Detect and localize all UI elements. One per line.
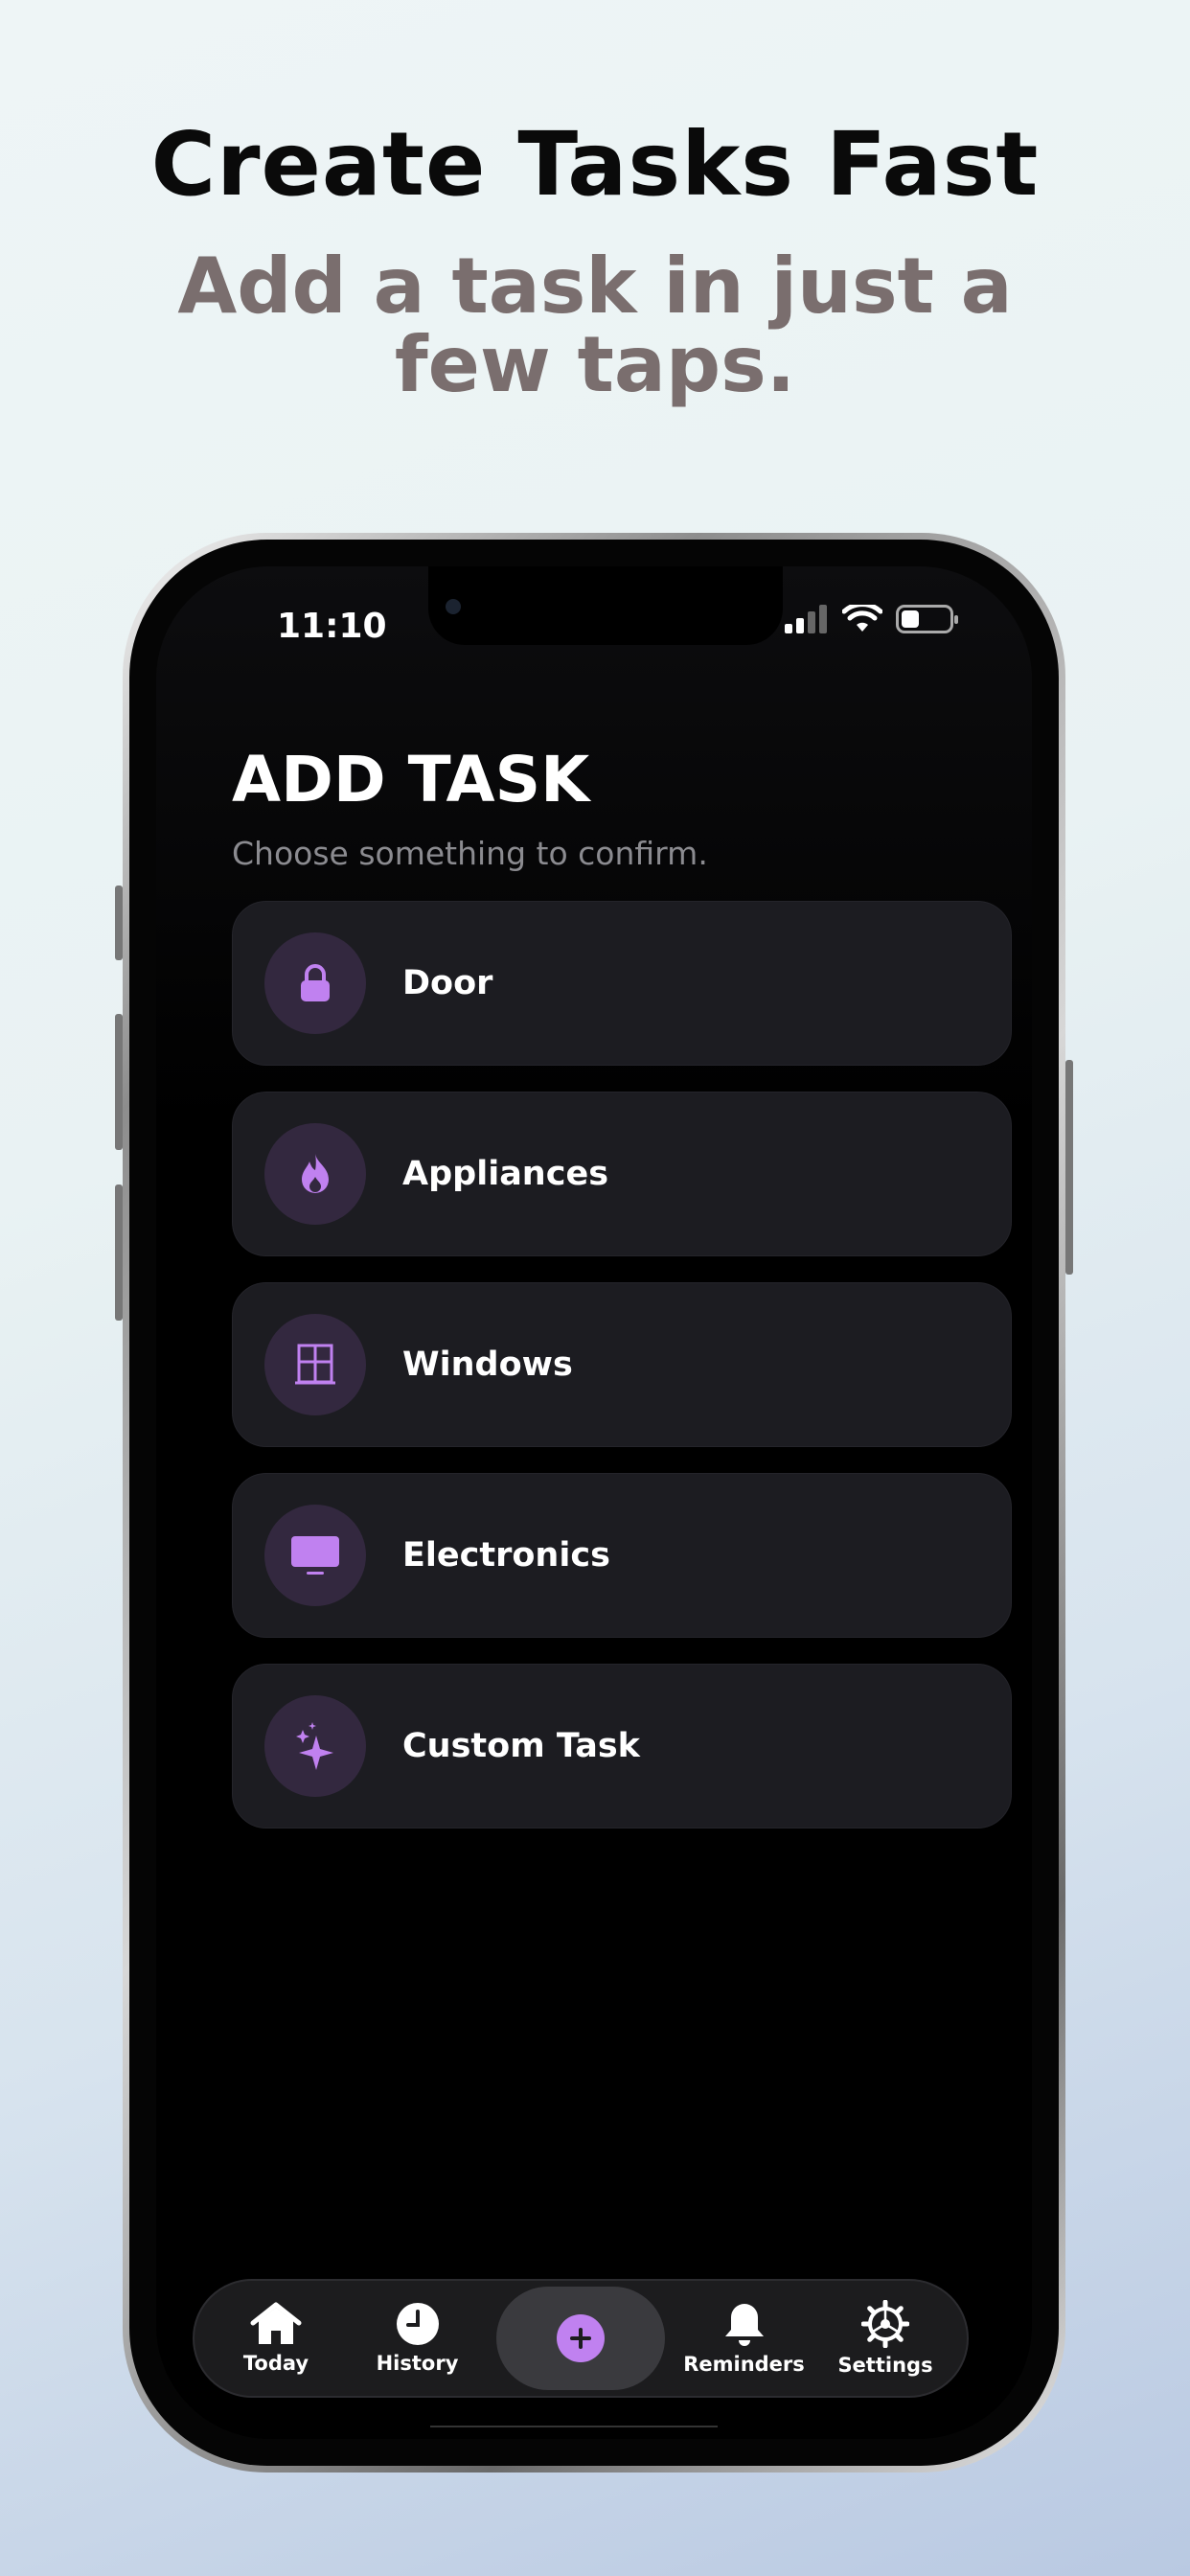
hero-subtitle: Add a task in just a few taps. bbox=[177, 242, 1013, 409]
page-subtitle: Choose something to confirm. bbox=[232, 835, 708, 872]
tab-history[interactable]: History bbox=[355, 2302, 480, 2375]
task-label: Appliances bbox=[402, 1155, 609, 1193]
add-task-button[interactable] bbox=[496, 2287, 665, 2390]
phone-mute-switch bbox=[115, 886, 123, 960]
task-option-windows[interactable]: Windows bbox=[232, 1282, 1012, 1447]
task-icon-circle bbox=[264, 1123, 366, 1225]
status-time: 11:10 bbox=[277, 607, 387, 646]
hero-title: Create Tasks Fast bbox=[150, 113, 1040, 216]
task-list: Door Appliances Windows Electronics Cust… bbox=[232, 901, 1012, 1854]
task-label: Windows bbox=[402, 1346, 573, 1384]
task-icon-circle bbox=[264, 1695, 366, 1797]
tab-label-history: History bbox=[376, 2352, 459, 2375]
phone-frame: 11:10 ADD TASK Choose something to confi… bbox=[123, 533, 1065, 2472]
flame-icon bbox=[302, 1154, 329, 1193]
task-icon-circle bbox=[264, 1314, 366, 1415]
lock-icon bbox=[301, 964, 330, 1001]
phone-bezel: 11:10 ADD TASK Choose something to confi… bbox=[129, 540, 1059, 2466]
signal-icon bbox=[785, 605, 827, 633]
task-label: Electronics bbox=[402, 1536, 610, 1575]
status-icons bbox=[785, 605, 958, 633]
window-icon bbox=[295, 1344, 335, 1385]
battery-icon bbox=[896, 605, 958, 633]
bell-icon bbox=[724, 2304, 764, 2346]
home-indicator bbox=[430, 2426, 718, 2427]
wifi-icon bbox=[842, 605, 882, 632]
tab-label-reminders: Reminders bbox=[683, 2353, 805, 2376]
phone-power-button bbox=[1065, 1060, 1073, 1275]
gear-icon bbox=[861, 2300, 909, 2348]
phone-volume-down bbox=[115, 1184, 123, 1321]
tab-reminders[interactable]: Reminders bbox=[682, 2301, 807, 2376]
tab-label-today: Today bbox=[242, 2352, 309, 2375]
task-option-door[interactable]: Door bbox=[232, 901, 1012, 1066]
clock-icon bbox=[396, 2303, 439, 2345]
task-label: Door bbox=[402, 964, 493, 1002]
task-option-appliances[interactable]: Appliances bbox=[232, 1092, 1012, 1256]
task-icon-circle bbox=[264, 932, 366, 1034]
phone-volume-up bbox=[115, 1014, 123, 1150]
task-label: Custom Task bbox=[402, 1727, 640, 1765]
tab-bar: Today History Reminders Settings bbox=[193, 2279, 969, 2398]
task-option-custom[interactable]: Custom Task bbox=[232, 1664, 1012, 1828]
tab-settings[interactable]: Settings bbox=[823, 2300, 948, 2377]
plus-icon bbox=[570, 2328, 591, 2349]
page-title: ADD TASK bbox=[232, 743, 590, 816]
phone-screen: 11:10 ADD TASK Choose something to confi… bbox=[156, 566, 1032, 2439]
front-camera bbox=[446, 599, 461, 614]
home-icon bbox=[250, 2302, 302, 2344]
add-circle bbox=[557, 2314, 605, 2362]
battery-level bbox=[902, 610, 919, 628]
tv-icon bbox=[291, 1536, 339, 1575]
dynamic-notch bbox=[428, 566, 783, 645]
sparkles-icon bbox=[296, 1722, 333, 1770]
task-icon-circle bbox=[264, 1505, 366, 1606]
tab-today[interactable]: Today bbox=[214, 2302, 338, 2375]
tab-label-settings: Settings bbox=[837, 2354, 933, 2377]
task-option-electronics[interactable]: Electronics bbox=[232, 1473, 1012, 1638]
